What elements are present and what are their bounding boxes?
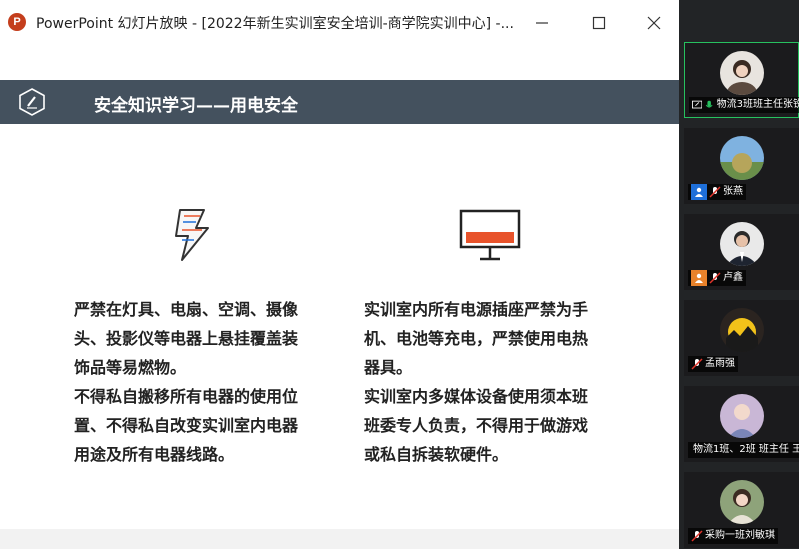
mic-on-icon bbox=[706, 100, 713, 108]
mic-muted-icon bbox=[709, 272, 721, 284]
person-icon bbox=[691, 270, 707, 286]
minimize-button[interactable] bbox=[527, 8, 557, 38]
minimize-icon bbox=[536, 22, 548, 24]
participant-tile[interactable]: 张燕 bbox=[684, 128, 799, 204]
right-line-3: 器具。 bbox=[364, 358, 413, 377]
slide-title: 安全知识学习——用电安全 bbox=[94, 96, 298, 116]
mic-muted-icon bbox=[691, 530, 703, 542]
participant-name-tag: 采购一班刘敏琪 bbox=[688, 528, 778, 544]
participant-tile[interactable]: 物流1班、2班 班主任 王 bbox=[684, 386, 799, 462]
participant-name-tag: 卢鑫 bbox=[688, 270, 746, 286]
slide: 安全知识学习——用电安全 严禁在灯具、电扇、空调、摄像 头、投影仪等电器上悬挂覆… bbox=[0, 46, 679, 549]
participant-name-tag: 孟雨强 bbox=[688, 356, 738, 372]
left-text-column: 严禁在灯具、电扇、空调、摄像 头、投影仪等电器上悬挂覆盖装 饰品等易燃物。 不得… bbox=[74, 295, 334, 469]
right-line-2: 机、电池等充电，严禁使用电热 bbox=[364, 329, 589, 348]
close-button[interactable] bbox=[639, 8, 669, 38]
avatar bbox=[719, 394, 764, 438]
person-icon bbox=[691, 184, 707, 200]
screen-share-icon bbox=[692, 100, 703, 109]
participant-tile[interactable]: 卢鑫 bbox=[684, 214, 799, 290]
avatar bbox=[719, 222, 764, 266]
right-line-4: 实训室内多媒体设备使用须本班 bbox=[364, 387, 589, 406]
left-line-2: 头、投影仪等电器上悬挂覆盖装 bbox=[74, 329, 299, 348]
pencil-hexagon-icon bbox=[19, 88, 45, 116]
right-line-1: 实训室内所有电源插座严禁为手 bbox=[364, 300, 589, 319]
slide-header-band: 安全知识学习——用电安全 bbox=[0, 80, 679, 124]
left-line-5: 置、不得私自改变实训室内电器 bbox=[74, 416, 299, 435]
left-line-3: 饰品等易燃物。 bbox=[74, 358, 187, 377]
participant-tile[interactable]: 采购一班刘敏琪 bbox=[684, 472, 799, 548]
slide-bottom-strip bbox=[0, 529, 679, 549]
lightning-icon bbox=[175, 209, 209, 261]
maximize-icon bbox=[592, 16, 606, 30]
monitor-icon bbox=[459, 209, 521, 261]
left-line-4: 不得私自搬移所有电器的使用位 bbox=[74, 387, 299, 406]
avatar bbox=[719, 136, 764, 180]
mic-muted-icon bbox=[691, 358, 703, 370]
participant-name-tag: 张燕 bbox=[688, 184, 746, 200]
right-line-6: 或私自拆装软硬件。 bbox=[364, 445, 509, 464]
right-text-column: 实训室内所有电源插座严禁为手 机、电池等充电，严禁使用电热 器具。 实训室内多媒… bbox=[364, 295, 624, 469]
window-title: PowerPoint 幻灯片放映 - [2022年新生实训室安全培训-商学院实训… bbox=[36, 16, 514, 32]
title-bar: P PowerPoint 幻灯片放映 - [2022年新生实训室安全培训-商学院… bbox=[0, 0, 679, 47]
participant-tile[interactable]: 物流3班班主任张锐 bbox=[684, 42, 799, 118]
avatar bbox=[719, 51, 764, 95]
mic-muted-icon bbox=[709, 186, 721, 198]
left-line-6: 用途及所有电器线路。 bbox=[74, 445, 235, 464]
right-line-5: 班委专人负责，不得用于做游戏 bbox=[364, 416, 589, 435]
close-icon bbox=[647, 16, 661, 30]
participant-tile[interactable]: 孟雨强 bbox=[684, 300, 799, 376]
avatar bbox=[719, 308, 764, 352]
powerpoint-window: P PowerPoint 幻灯片放映 - [2022年新生实训室安全培训-商学院… bbox=[0, 0, 679, 549]
maximize-button[interactable] bbox=[584, 8, 614, 38]
powerpoint-app-icon: P bbox=[8, 13, 26, 31]
participant-name-tag: 物流3班班主任张锐 bbox=[689, 97, 799, 113]
participant-name-tag: 物流1班、2班 班主任 王 bbox=[688, 442, 799, 458]
avatar bbox=[719, 480, 764, 524]
left-line-1: 严禁在灯具、电扇、空调、摄像 bbox=[74, 300, 299, 319]
